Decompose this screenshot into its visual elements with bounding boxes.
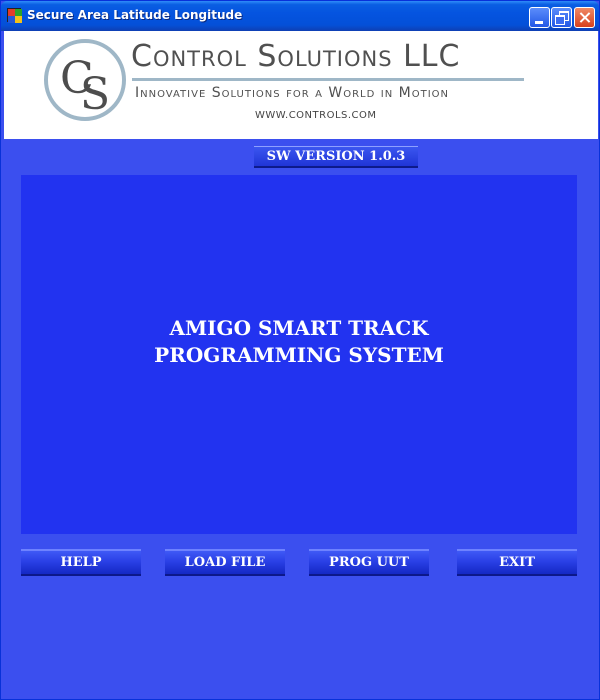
app-window: Secure Area Latitude Longitude C S Contr… [0, 0, 600, 700]
company-website: WWW.CONTROLS.COM [255, 110, 377, 121]
close-icon[interactable] [574, 7, 595, 28]
title-bar[interactable]: Secure Area Latitude Longitude [1, 1, 599, 31]
company-logo: C S [44, 39, 126, 121]
company-banner: C S Control Solutions LLC Innovative Sol… [4, 31, 598, 139]
company-tagline: Innovative Solutions for a World in Moti… [135, 85, 450, 101]
exit-button[interactable]: EXIT [457, 549, 577, 576]
prog-uut-button[interactable]: PROG UUT [309, 549, 429, 576]
help-button[interactable]: HELP [21, 549, 141, 576]
panel-title-line2: PROGRAMMING SYSTEM [154, 343, 444, 367]
window-title: Secure Area Latitude Longitude [27, 8, 243, 22]
maximize-icon[interactable] [551, 7, 572, 28]
main-panel: AMIGO SMART TRACK PROGRAMMING SYSTEM [21, 175, 577, 534]
panel-title: AMIGO SMART TRACK PROGRAMMING SYSTEM [21, 315, 577, 369]
company-name: Control Solutions LLC [131, 39, 461, 74]
version-label: SW VERSION 1.0.3 [254, 146, 418, 168]
panel-title-line1: AMIGO SMART TRACK [169, 316, 429, 340]
app-icon[interactable] [7, 8, 22, 23]
banner-divider [132, 78, 524, 81]
minimize-icon[interactable] [529, 7, 550, 28]
load-file-button[interactable]: LOAD FILE [165, 549, 285, 576]
